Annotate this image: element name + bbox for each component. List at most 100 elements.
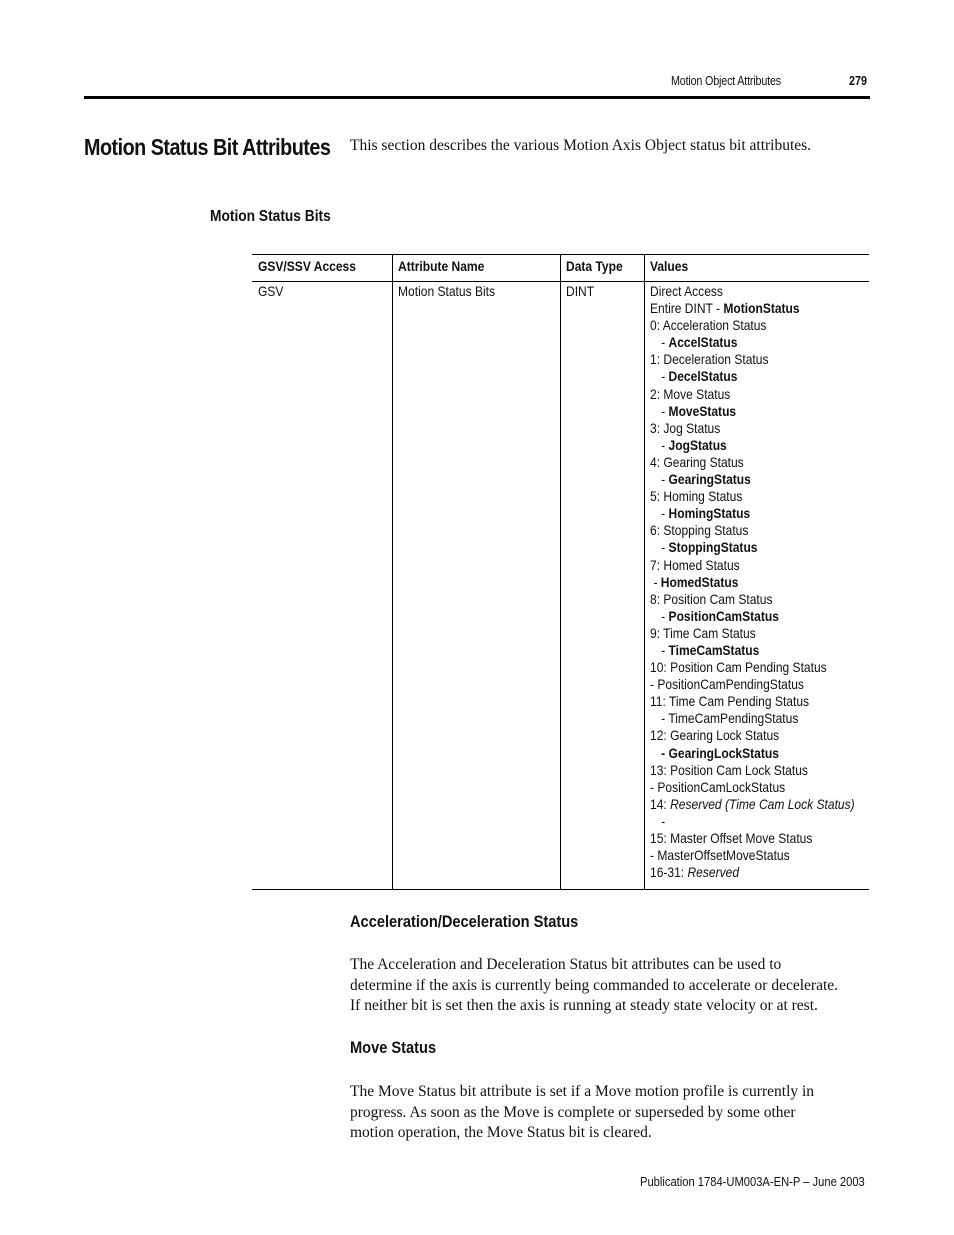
value-line: - TimeCamPendingStatus (650, 710, 855, 727)
value-text: 12: Gearing Lock Status (650, 727, 780, 744)
value-text: 6: Stopping Status (650, 522, 749, 539)
column-divider (392, 254, 393, 890)
value-text: 7: Homed Status (650, 556, 740, 573)
value-line: 11: Time Cam Pending Status (650, 693, 855, 710)
value-reserved: Reserved (687, 864, 740, 881)
value-line: - DecelStatus (650, 368, 855, 385)
value-line: - PositionCamStatus (650, 608, 855, 625)
value-text: 15: Master Offset Move Status (650, 830, 813, 846)
page-number: 279 (849, 74, 867, 88)
value-prefix: - (661, 539, 669, 556)
paragraph-line: progress. As soon as the Move is complet… (350, 1103, 796, 1121)
value-line: - GearingLockStatus (650, 745, 855, 762)
section-intro: This section describes the various Motio… (350, 137, 812, 154)
accel-decel-heading: Acceleration/Deceleration Status (350, 912, 579, 931)
paragraph-line: The Move Status bit attribute is set if … (350, 1083, 815, 1100)
value-line: - (650, 813, 855, 830)
header-values: Values (650, 258, 689, 274)
value-text: 13: Position Cam Lock Status (650, 761, 808, 778)
value-prefix: - (661, 436, 669, 453)
value-line: - PositionCamPendingStatus (650, 676, 855, 693)
value-tag-name: GearingStatus (668, 471, 751, 488)
value-text: - (661, 812, 666, 829)
cell-access: GSV (258, 283, 284, 299)
motion-status-bits-table: GSV/SSV Access Attribute Name Data Type … (252, 254, 869, 890)
value-tag-name: JogStatus (668, 436, 727, 453)
value-prefix: - (661, 607, 669, 624)
value-prefix: - (661, 505, 669, 522)
value-tag-name: AccelStatus (668, 334, 738, 351)
value-line: - MasterOffsetMoveStatus (650, 847, 855, 864)
header-attribute-name: Attribute Name (398, 258, 485, 274)
value-tag-name: MoveStatus (668, 402, 737, 419)
value-line: Direct Access (650, 283, 855, 300)
column-divider (644, 254, 645, 890)
value-text: 5: Homing Status (650, 488, 743, 505)
value-tag-name: StoppingStatus (668, 539, 758, 556)
accel-decel-paragraph: The Acceleration and Deceleration Status… (350, 955, 890, 1017)
paragraph-line: motion operation, the Move Status bit is… (350, 1124, 652, 1141)
cell-values-list: Direct Access Entire DINT - MotionStatus 0… (650, 283, 855, 881)
value-text: - PositionCamPendingStatus (650, 676, 804, 693)
section-title: Motion Status Bit Attributes (84, 134, 331, 160)
header-data-type: Data Type (566, 258, 623, 274)
header-rule (84, 96, 870, 99)
value-line: - HomedStatus (650, 574, 855, 591)
value-text: - MasterOffsetMoveStatus (650, 847, 790, 864)
value-text: Direct Access (650, 283, 723, 299)
value-line: 7: Homed Status (650, 557, 855, 574)
value-prefix: 16-31: (650, 864, 688, 881)
value-line: 5: Homing Status (650, 488, 855, 505)
value-prefix: - (661, 471, 669, 488)
header-gsv-ssv-access: GSV/SSV Access (258, 258, 356, 274)
value-line: 10: Position Cam Pending Status (650, 659, 855, 676)
value-line: - StoppingStatus (650, 539, 855, 556)
value-prefix: - (661, 334, 669, 351)
paragraph-line: If neither bit is set then the axis is r… (350, 997, 818, 1014)
value-prefix: - (653, 573, 661, 590)
value-line: - MoveStatus (650, 403, 855, 420)
paragraph-line: determine if the axis is currently being… (350, 976, 839, 994)
paragraph-line: The Acceleration and Deceleration Status… (350, 956, 782, 973)
value-text: 2: Move Status (650, 385, 731, 402)
value-line: 13: Position Cam Lock Status (650, 762, 855, 779)
value-line: - AccelStatus (650, 334, 855, 351)
value-line: - JogStatus (650, 437, 855, 454)
value-prefix: - (661, 402, 669, 419)
running-header-title: Motion Object Attributes (671, 74, 781, 88)
value-tag-name: PositionCamStatus (668, 607, 779, 624)
value-text: 10: Position Cam Pending Status (650, 659, 827, 676)
value-line: - HomingStatus (650, 505, 855, 522)
move-status-heading: Move Status (350, 1038, 437, 1057)
value-text: 11: Time Cam Pending Status (650, 693, 810, 710)
value-line: Entire DINT - MotionStatus (650, 300, 855, 317)
value-text: 1: Deceleration Status (650, 351, 769, 368)
publication-footer: Publication 1784-UM003A-EN-P – June 2003 (640, 1174, 865, 1189)
value-tag-name: HomingStatus (668, 505, 751, 522)
value-tag-name: MotionStatus (723, 300, 800, 317)
value-reserved: Reserved (Time Cam Lock Status) (670, 795, 855, 812)
value-prefix: - (661, 368, 669, 385)
value-text: 8: Position Cam Status (650, 590, 773, 607)
value-tag-name: DecelStatus (668, 368, 738, 385)
value-text: 0: Acceleration Status (650, 317, 767, 334)
value-line: - TimeCamStatus (650, 642, 855, 659)
value-line: 9: Time Cam Status (650, 625, 855, 642)
value-line: 8: Position Cam Status (650, 591, 855, 608)
cell-data-type: DINT (566, 283, 595, 299)
value-line: 0: Acceleration Status (650, 317, 855, 334)
value-line: 6: Stopping Status (650, 522, 855, 539)
value-tag-name: - GearingLockStatus (661, 744, 779, 761)
value-line: 4: Gearing Status (650, 454, 855, 471)
value-text: - PositionCamLockStatus (650, 778, 786, 795)
value-tag-name: TimeCamStatus (668, 641, 760, 658)
value-line: 16-31: Reserved (650, 864, 855, 881)
value-line: 3: Jog Status (650, 420, 855, 437)
column-divider (560, 254, 561, 890)
value-line: 2: Move Status (650, 386, 855, 403)
value-line: - GearingStatus (650, 471, 855, 488)
value-text: 3: Jog Status (650, 419, 721, 436)
value-prefix: 14: (650, 795, 671, 812)
value-text: 9: Time Cam Status (650, 624, 756, 641)
value-line: 1: Deceleration Status (650, 351, 855, 368)
